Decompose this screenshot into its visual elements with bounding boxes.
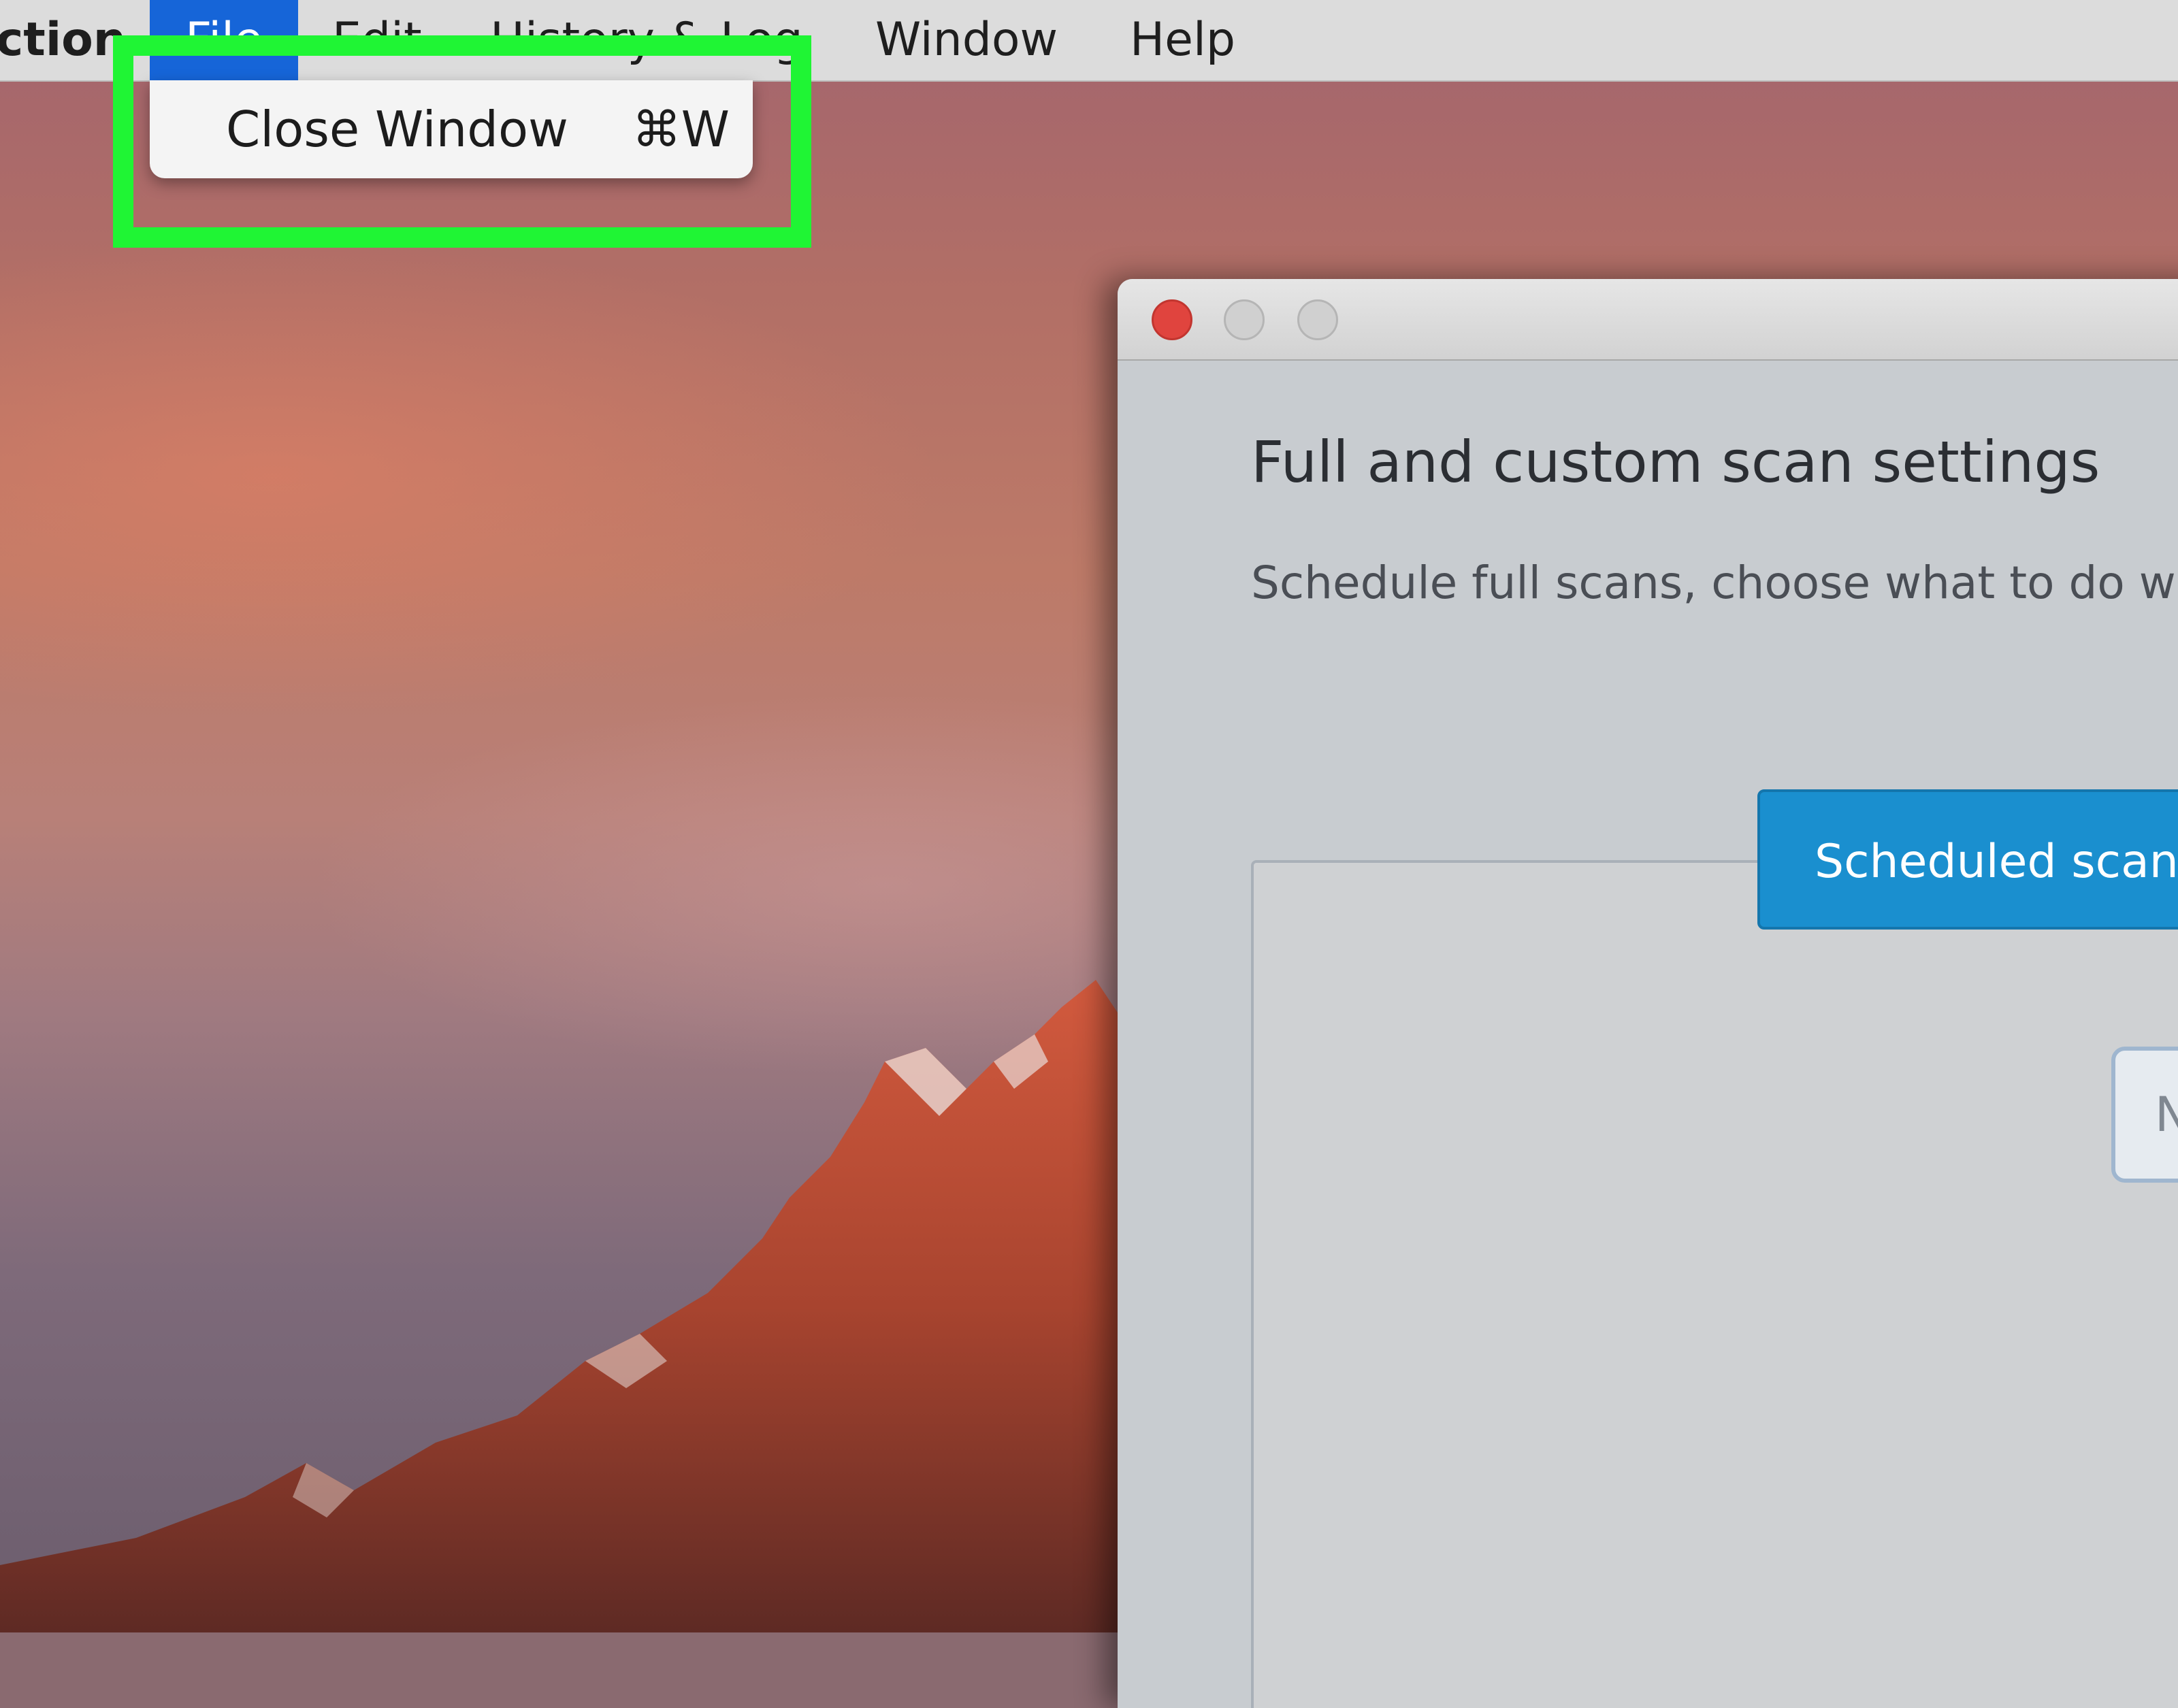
settings-panel	[1251, 860, 2178, 1708]
schedule-field[interactable]: N	[2111, 1047, 2178, 1183]
menu-window[interactable]: Window	[875, 0, 1058, 80]
page-title: Full and custom scan settings	[1251, 429, 2100, 495]
highlight-box	[113, 35, 811, 248]
zoom-window-icon[interactable]	[1297, 299, 1338, 340]
menu-help[interactable]: Help	[1130, 0, 1235, 80]
page-subtitle: Schedule full scans, choose what to do w	[1251, 557, 2176, 609]
close-window-icon[interactable]	[1152, 299, 1192, 340]
app-menu[interactable]: ction	[0, 0, 126, 80]
window-titlebar[interactable]	[1118, 279, 2178, 361]
app-window: Full and custom scan settings Schedule f…	[1118, 279, 2178, 1708]
tab-scheduled-scan[interactable]: Scheduled scan	[1757, 789, 2178, 930]
minimize-window-icon[interactable]	[1224, 299, 1265, 340]
